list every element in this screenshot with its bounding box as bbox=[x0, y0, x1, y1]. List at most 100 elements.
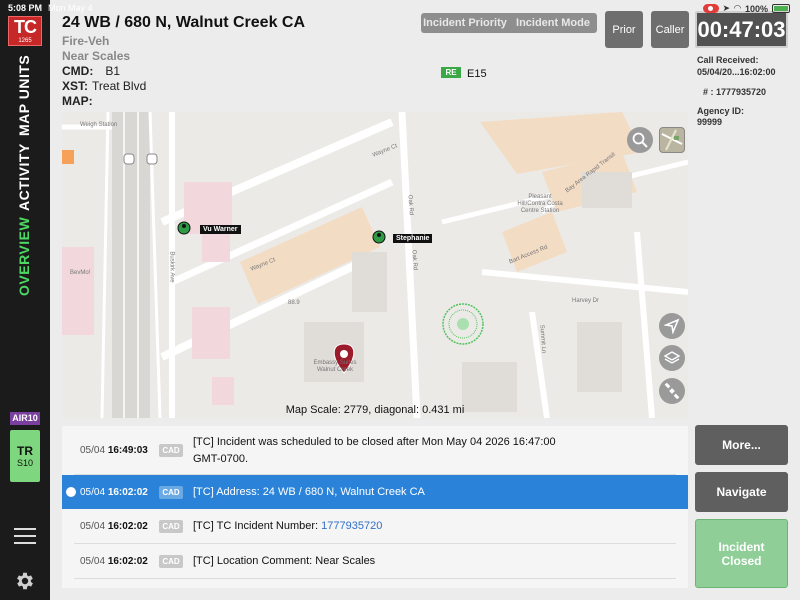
log-datetime: 05/04 16:49:03 bbox=[80, 445, 148, 456]
map-label-buskirk: Buskirk Ave bbox=[168, 251, 175, 283]
log-message: [TC] Location Comment: Near Scales bbox=[193, 555, 376, 567]
satellite-icon bbox=[664, 383, 680, 399]
log-source-badge: CAD bbox=[159, 520, 183, 533]
priority-mode-group: Incident Priority Incident Mode bbox=[421, 13, 597, 33]
incident-priority-button[interactable]: Incident Priority bbox=[421, 13, 509, 33]
xst-value: Treat Blvd bbox=[92, 79, 147, 93]
incident-closed-line2: Closed bbox=[721, 553, 762, 568]
map-row: MAP: bbox=[62, 94, 93, 108]
log-datetime: 05/04 16:02:02 bbox=[80, 487, 148, 498]
log-datetime: 05/04 16:02:02 bbox=[80, 556, 148, 567]
call-received-value: 05/04/20...16:02:00 bbox=[697, 67, 776, 77]
map-thumbnail-icon bbox=[661, 129, 683, 151]
log-datetime: 05/04 16:02:02 bbox=[80, 521, 148, 532]
log-date: 05/04 bbox=[80, 486, 106, 498]
log-message: [TC] Incident was scheduled to be closed… bbox=[193, 434, 556, 468]
app-logo[interactable]: TC 1265 bbox=[8, 16, 42, 46]
log-source-badge: CAD bbox=[159, 485, 183, 499]
log-time: 16:02:02 bbox=[107, 486, 148, 498]
caller-button[interactable]: Caller bbox=[651, 11, 689, 48]
navigation-arrow-icon bbox=[664, 318, 680, 334]
log-message-text: [TC] TC Incident Number: bbox=[193, 520, 322, 532]
map-label-harvey: Harvey Dr bbox=[572, 298, 600, 304]
map-label-station: Pleasant Hill/Contra Costa Centre Statio… bbox=[517, 194, 563, 214]
log-date: 05/04 bbox=[80, 556, 106, 567]
unit-card[interactable]: TR S10 bbox=[10, 430, 40, 482]
map-type-button[interactable] bbox=[659, 127, 685, 153]
cmd-row: CMD: B1 bbox=[62, 64, 120, 78]
tab-overview[interactable]: OVERVIEW bbox=[16, 217, 32, 296]
xst-label: XST: bbox=[62, 79, 89, 93]
status-right: ➤ ◠ 100% bbox=[702, 3, 790, 14]
map-pin-label-stephanie[interactable]: Stephanie bbox=[393, 234, 433, 243]
agency-label: Agency ID: bbox=[697, 106, 745, 116]
map-scale: Map Scale: 2779, diagonal: 0.431 mi bbox=[285, 404, 465, 416]
cmd-value: B1 bbox=[105, 64, 121, 78]
log-message: [TC] TC Incident Number: 1777935720 bbox=[193, 518, 382, 535]
unit-card-line1: TR bbox=[17, 444, 33, 458]
log-entry[interactable]: 05/04 16:02:02 CAD [TC] TC Incident Numb… bbox=[62, 509, 688, 544]
call-received-label: Call Received: bbox=[697, 55, 759, 65]
activity-log[interactable]: 05/04 16:49:03 CAD [TC] Incident was sch… bbox=[62, 426, 688, 588]
prior-button[interactable]: Prior bbox=[605, 11, 643, 48]
incident-mode-button[interactable]: Incident Mode bbox=[509, 13, 597, 33]
gear-icon[interactable] bbox=[14, 570, 36, 592]
recording-icon bbox=[702, 4, 719, 13]
navigate-button[interactable]: Navigate bbox=[695, 472, 788, 512]
log-source-badge: CAD bbox=[159, 444, 183, 457]
log-entry[interactable]: 05/04 16:02:02 CAD [TC] Location Comment… bbox=[62, 544, 688, 579]
tab-activity[interactable]: ACTIVITY bbox=[16, 143, 32, 211]
incident-number: # : 1777935720 bbox=[703, 87, 767, 97]
log-source-badge: CAD bbox=[159, 555, 183, 568]
left-sidebar: TC 1265 MAP UNITS ACTIVITY OVERVIEW AIR1… bbox=[0, 0, 50, 600]
map-label-bevmo: BevMo! bbox=[70, 270, 91, 276]
incident-type: Fire-Veh bbox=[62, 34, 110, 48]
re-badge: RE bbox=[441, 67, 461, 78]
xst-row: XST: Treat Blvd bbox=[62, 79, 146, 93]
tab-map-units[interactable]: MAP UNITS bbox=[16, 55, 32, 136]
map-label-number: 88.9 bbox=[288, 300, 300, 306]
map-search-button[interactable] bbox=[627, 127, 653, 153]
unit-card-line2: S10 bbox=[16, 458, 33, 468]
log-entry-selected[interactable]: 05/04 16:02:02 CAD [TC] Address: 24 WB /… bbox=[62, 475, 688, 509]
log-date: 05/04 bbox=[80, 521, 106, 532]
map-satellite-button[interactable] bbox=[659, 378, 685, 404]
incident-title: 24 WB / 680 N, Walnut Creek CA bbox=[62, 14, 306, 31]
log-message: [TC] Address: 24 WB / 680 N, Walnut Cree… bbox=[193, 485, 425, 498]
map-label-weigh-station: Weigh Station bbox=[80, 122, 118, 128]
incident-number-link[interactable]: 1777935720 bbox=[321, 520, 382, 532]
search-icon bbox=[632, 132, 648, 148]
agency-value: 99999 bbox=[697, 117, 723, 127]
status-time: 5:08 PM bbox=[8, 3, 43, 13]
map-ref-label: MAP: bbox=[62, 94, 93, 108]
map-pin-label-vu-warner[interactable]: Vu Warner bbox=[200, 225, 241, 234]
wifi-icon: ◠ bbox=[734, 3, 741, 13]
layers-icon bbox=[664, 351, 680, 364]
air-unit-badge[interactable]: AIR10 bbox=[10, 412, 40, 425]
menu-icon[interactable] bbox=[14, 528, 36, 544]
log-message-line2: GMT-0700. bbox=[193, 452, 249, 465]
map-locate-button[interactable] bbox=[659, 313, 685, 339]
log-entry[interactable]: 05/04 16:49:03 CAD [TC] Incident was sch… bbox=[62, 426, 688, 475]
assigned-unit-label: E15 bbox=[467, 68, 487, 80]
logo-subtext: 1265 bbox=[18, 38, 32, 44]
selected-indicator-icon bbox=[66, 487, 76, 497]
status-bar: 5:08 PM Mon May 4 ➤ ◠ 100% bbox=[0, 0, 800, 16]
log-time: 16:02:02 bbox=[107, 556, 148, 567]
log-message-line1: [TC] Incident was scheduled to be closed… bbox=[193, 435, 556, 448]
map-layers-button[interactable] bbox=[659, 345, 685, 371]
logo-text: TC bbox=[14, 17, 37, 37]
battery-icon bbox=[772, 4, 790, 13]
incident-map[interactable]: Weigh Station Wayne Ct Wayne Ct Oak Rd O… bbox=[62, 112, 688, 418]
more-button[interactable]: More... bbox=[695, 425, 788, 465]
location-icon: ➤ bbox=[722, 3, 731, 13]
incident-timer: 00:47:03 bbox=[695, 11, 788, 48]
incident-closed-line1: Incident bbox=[718, 539, 765, 554]
log-date: 05/04 bbox=[80, 445, 106, 456]
battery-percent: 100% bbox=[744, 3, 768, 14]
cmd-label: CMD: bbox=[62, 64, 94, 78]
location-comment: Near Scales bbox=[62, 49, 131, 63]
incident-closed-button[interactable]: Incident Closed bbox=[695, 519, 788, 588]
map-label-embassy: Embassy Suites Walnut Creek bbox=[313, 360, 357, 373]
log-time: 16:02:02 bbox=[107, 521, 148, 532]
